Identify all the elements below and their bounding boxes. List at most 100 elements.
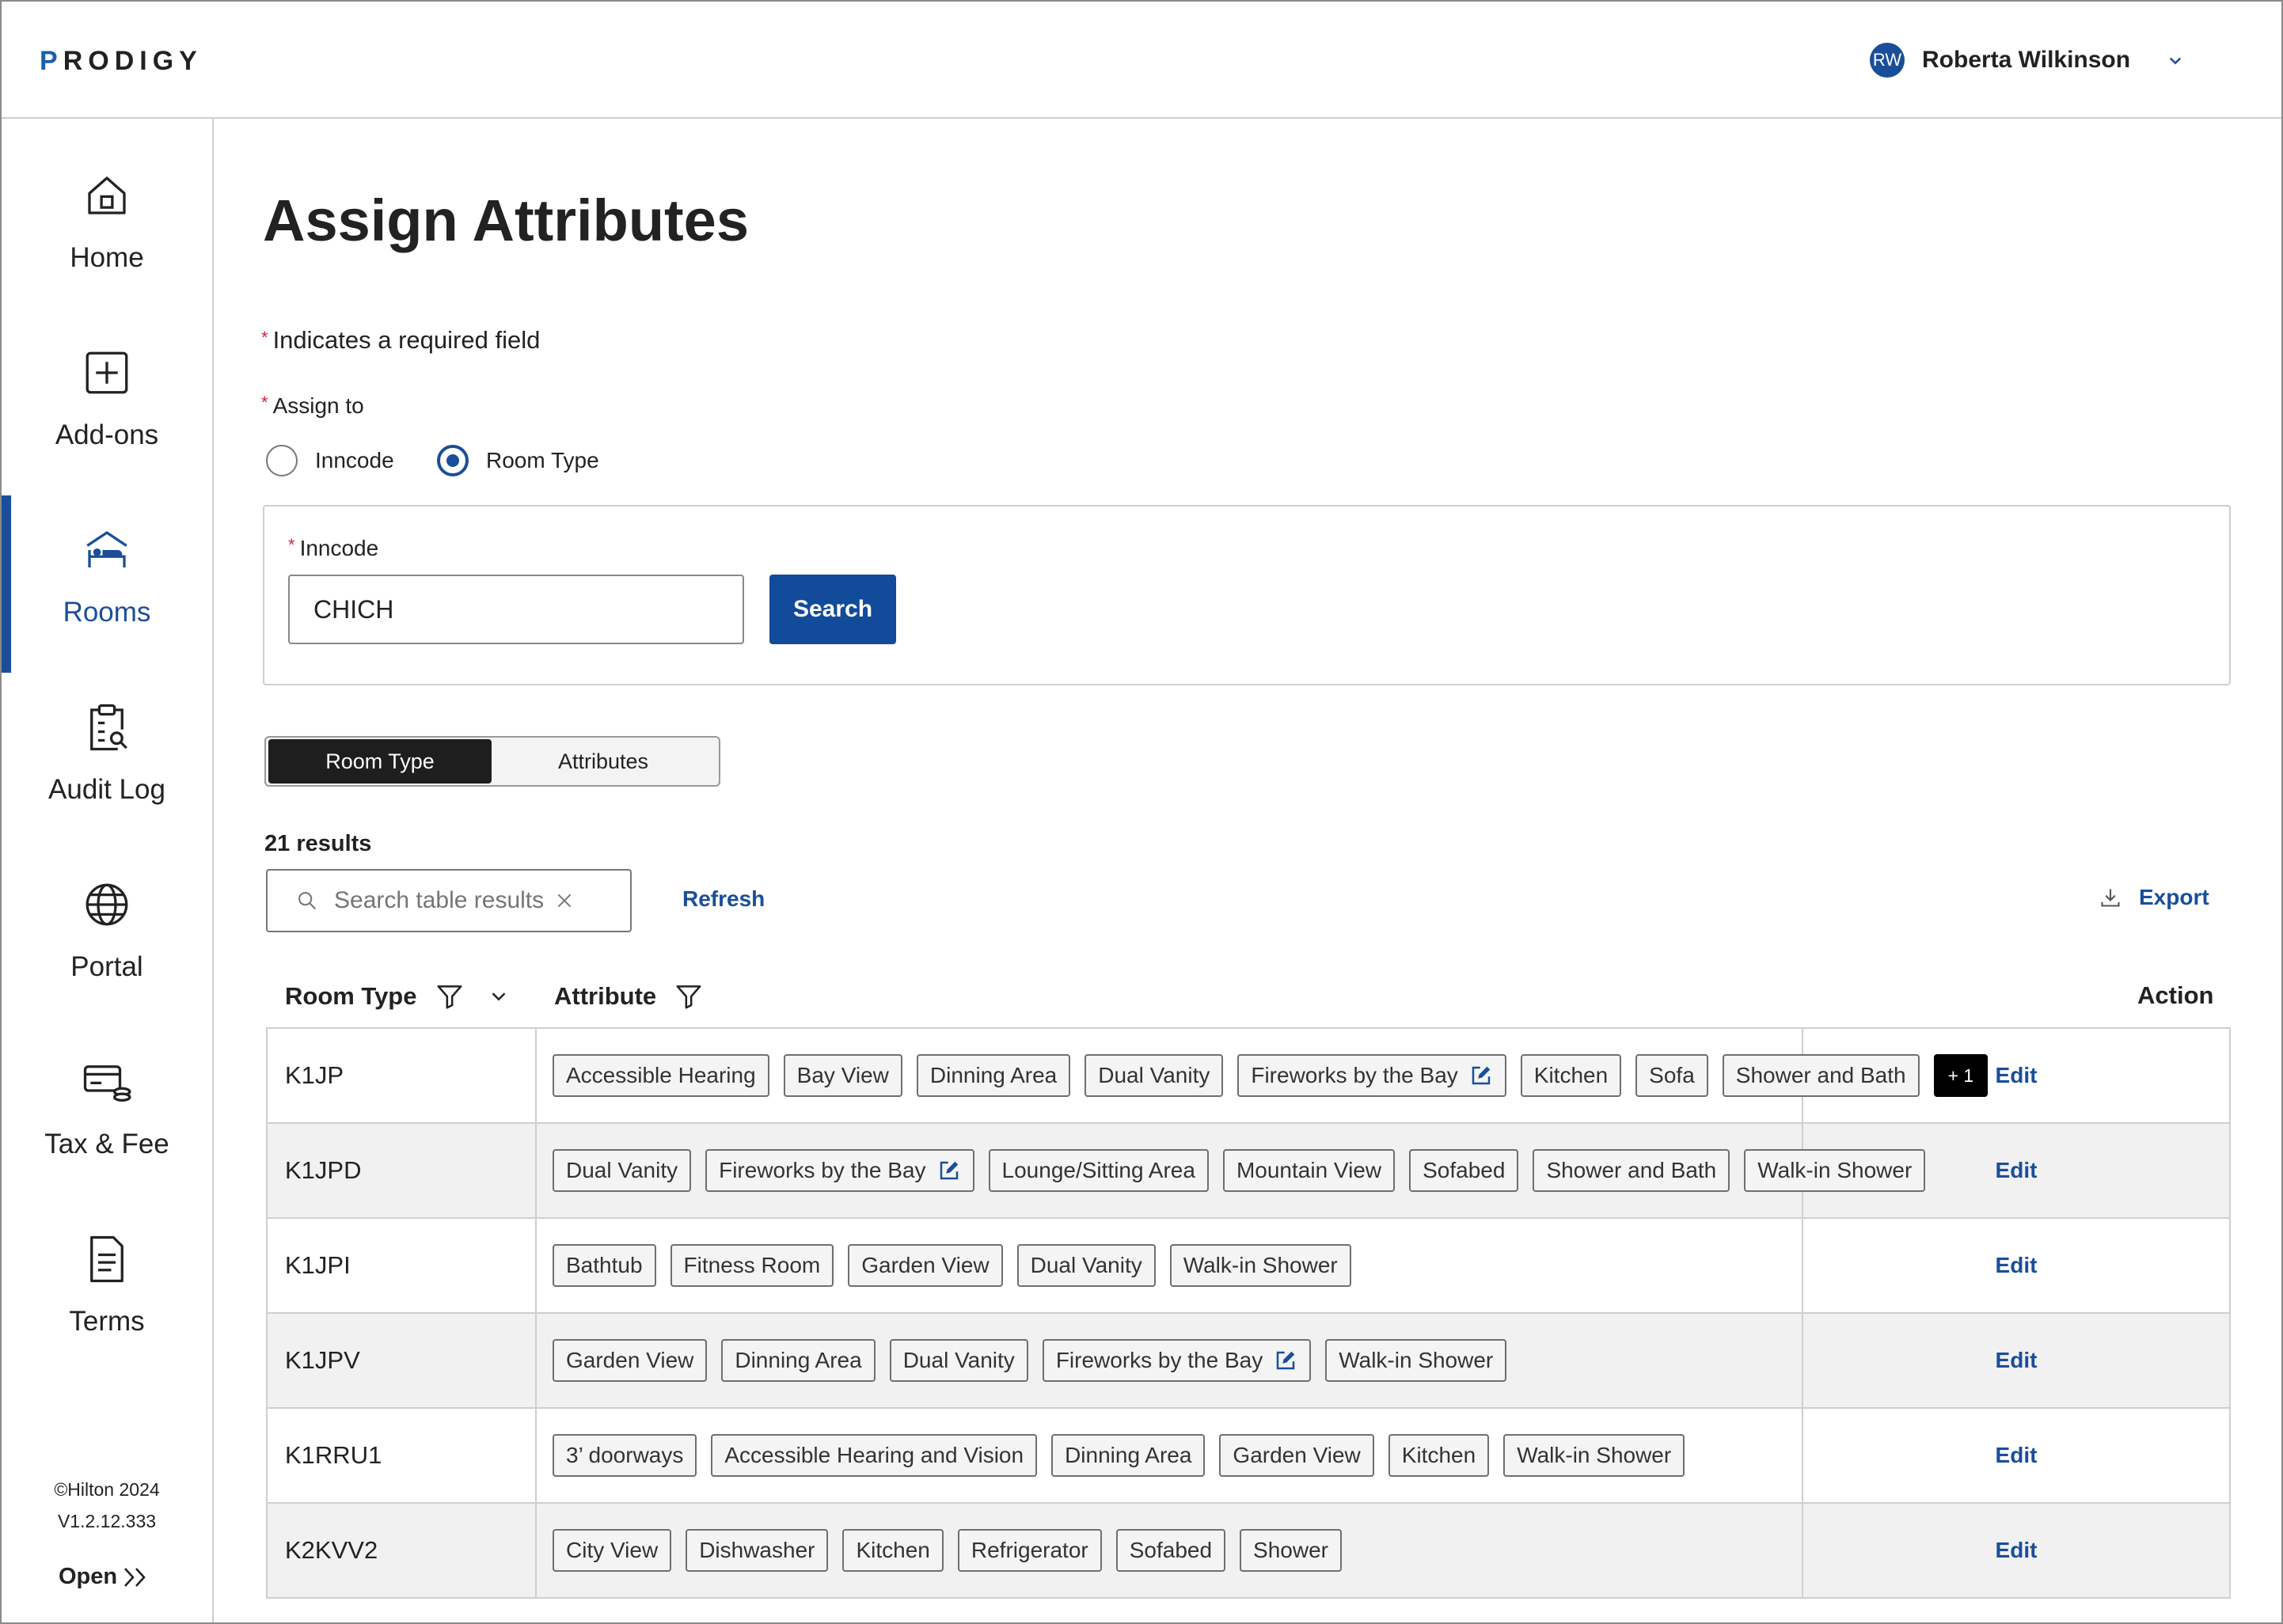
sidebar-item-label: Tax & Fee bbox=[44, 1129, 169, 1159]
sidebar-item-label: Audit Log bbox=[48, 774, 165, 805]
attribute-cell: Garden View Dinning Area Dual Vanity Firewo… bbox=[537, 1314, 1803, 1407]
sidebar-item-tax-fee[interactable]: Tax & Fee bbox=[2, 1005, 212, 1181]
page-title: Assign Attributes bbox=[263, 188, 749, 253]
radio-room-type[interactable]: Room Type bbox=[437, 445, 599, 476]
edit-icon[interactable] bbox=[1274, 1349, 1297, 1372]
attribute-cell: Bathtub Fitness Room Garden View Dual Vanit… bbox=[537, 1219, 1803, 1312]
search-icon bbox=[298, 892, 317, 910]
column-header-action: Action bbox=[2137, 981, 2214, 1009]
column-header-room-type: Room Type bbox=[285, 981, 511, 1011]
search-button[interactable]: Search bbox=[769, 575, 896, 644]
sidebar-item-label: Rooms bbox=[63, 597, 151, 628]
attribute-chip: Kitchen bbox=[1388, 1434, 1490, 1477]
attribute-chip: Shower and Bath bbox=[1533, 1149, 1730, 1192]
attribute-chip: Accessible Hearing and Vision bbox=[711, 1434, 1038, 1477]
toggle-room-type[interactable]: Room Type bbox=[268, 739, 492, 784]
sidebar-footer: ©Hilton 2024 V1.2.12.333 bbox=[2, 1474, 212, 1537]
copyright: ©Hilton 2024 bbox=[54, 1479, 160, 1500]
chevron-down-icon[interactable] bbox=[2163, 48, 2187, 72]
radio-circle-selected[interactable] bbox=[437, 445, 469, 476]
edit-button[interactable]: Edit bbox=[1803, 1219, 2229, 1312]
edit-button[interactable]: Edit bbox=[1803, 1029, 2229, 1122]
table-row: K1JP Accessible Hearing Bay View Dinning Ar… bbox=[268, 1029, 2229, 1124]
attribute-chip: Dual Vanity bbox=[889, 1339, 1028, 1382]
radio-circle[interactable] bbox=[266, 445, 298, 476]
export-button[interactable]: Export bbox=[2099, 885, 2209, 910]
attribute-cell: Accessible Hearing Bay View Dinning Area Du… bbox=[537, 1029, 1989, 1122]
close-icon[interactable] bbox=[554, 890, 575, 911]
attribute-cell: City View Dishwasher Kitchen Refrigerator So… bbox=[537, 1504, 1803, 1597]
filter-icon[interactable] bbox=[674, 981, 704, 1011]
table-search-input[interactable] bbox=[334, 887, 548, 914]
radio-inncode[interactable]: Inncode bbox=[266, 445, 394, 476]
sidebar-item-rooms[interactable]: Rooms bbox=[2, 473, 212, 649]
room-type-cell: K2KVV2 bbox=[268, 1504, 537, 1597]
attribute-chip: Dinning Area bbox=[721, 1339, 876, 1382]
attribute-chip: Dual Vanity bbox=[1016, 1244, 1156, 1287]
sidebar-item-audit-log[interactable]: Audit Log bbox=[2, 651, 212, 826]
filter-icon[interactable] bbox=[435, 981, 465, 1011]
double-chevron-right-icon bbox=[124, 1567, 146, 1587]
table-row: K2KVV2 City View Dishwasher Kitchen Refriger… bbox=[268, 1504, 2229, 1599]
sidebar-item-portal[interactable]: Portal bbox=[2, 828, 212, 1004]
attribute-chip: Mountain View bbox=[1222, 1149, 1396, 1192]
user-name: Roberta Wilkinson bbox=[1922, 47, 2131, 73]
attribute-chip: Bay View bbox=[783, 1054, 902, 1097]
attribute-chip: Walk-in Shower bbox=[1503, 1434, 1685, 1477]
attribute-cell: 3’ doorways Accessible Hearing and Vision… bbox=[537, 1409, 1803, 1502]
attribute-chip: Fitness Room bbox=[670, 1244, 834, 1287]
table-row: K1RRU1 3’ doorways Accessible Hearing and … bbox=[268, 1409, 2229, 1504]
sidebar-item-home[interactable]: Home bbox=[2, 119, 212, 294]
attribute-chip: Accessible Hearing bbox=[553, 1054, 769, 1097]
column-header-attribute: Attribute bbox=[554, 981, 704, 1011]
attribute-chip: Dinning Area bbox=[916, 1054, 1071, 1097]
inncode-input[interactable] bbox=[288, 575, 744, 644]
attribute-chip: Walk-in Shower bbox=[1169, 1244, 1351, 1287]
home-icon bbox=[88, 176, 126, 214]
attribute-chip: Walk-in Shower bbox=[1325, 1339, 1507, 1382]
room-type-table: K1JP Accessible Hearing Bay View Dinning Ar… bbox=[266, 1027, 2231, 1599]
toggle-attributes[interactable]: Attributes bbox=[492, 739, 715, 784]
avatar: RW bbox=[1870, 43, 1905, 78]
attribute-chip: Sofabed bbox=[1409, 1149, 1519, 1192]
edit-button[interactable]: Edit bbox=[1803, 1504, 2229, 1597]
attribute-chip: Refrigerator bbox=[957, 1529, 1102, 1572]
attribute-chip: Dishwasher bbox=[686, 1529, 829, 1572]
prodigy-logo[interactable]: PRODIGY bbox=[40, 46, 203, 77]
attribute-chip: Kitchen bbox=[1520, 1054, 1622, 1097]
attribute-chip: Shower bbox=[1240, 1529, 1342, 1572]
required-note: * Indicates a required field bbox=[261, 326, 541, 354]
edit-button[interactable]: Edit bbox=[1803, 1314, 2229, 1407]
edit-icon[interactable] bbox=[1469, 1064, 1493, 1087]
chevron-down-icon[interactable] bbox=[487, 985, 511, 1008]
edit-icon[interactable] bbox=[937, 1159, 961, 1182]
attribute-chip: Dual Vanity bbox=[1085, 1054, 1224, 1097]
sidebar-item-label: Portal bbox=[70, 951, 143, 982]
room-type-cell: K1JPI bbox=[268, 1219, 537, 1312]
edit-button[interactable]: Edit bbox=[1803, 1124, 2229, 1217]
edit-button[interactable]: Edit bbox=[1803, 1409, 2229, 1502]
attribute-chip: Sofa bbox=[1635, 1054, 1708, 1097]
sidebar-item-add-ons[interactable]: Add-ons bbox=[2, 296, 212, 472]
user-menu[interactable]: RW Roberta Wilkinson bbox=[1870, 43, 2187, 78]
table-row: K1JPI Bathtub Fitness Room Garden View Dual … bbox=[268, 1219, 2229, 1314]
attribute-chip: Lounge/Sitting Area bbox=[988, 1149, 1209, 1192]
attribute-cell: Dual Vanity Fireworks by the Bay Lounge/Si… bbox=[537, 1124, 1926, 1217]
attribute-chip: Garden View bbox=[553, 1339, 708, 1382]
top-bar: PRODIGY RW Roberta Wilkinson bbox=[2, 2, 2281, 119]
attribute-chip: Bathtub bbox=[553, 1244, 656, 1287]
attribute-chip: Garden View bbox=[848, 1244, 1003, 1287]
download-icon bbox=[2101, 889, 2120, 907]
room-type-cell: K1JPV bbox=[268, 1314, 537, 1407]
attribute-chip: Fireworks by the Bay bbox=[705, 1149, 974, 1192]
attribute-chip: City View bbox=[553, 1529, 672, 1572]
sidebar: Home Add-ons Rooms Audit Log Portal Tax … bbox=[2, 119, 214, 1622]
attribute-chip: 3’ doorways bbox=[553, 1434, 697, 1477]
attribute-chip: Dinning Area bbox=[1051, 1434, 1206, 1477]
open-sidebar-button[interactable]: Open bbox=[59, 1564, 150, 1590]
room-type-cell: K1RRU1 bbox=[268, 1409, 537, 1502]
view-toggle: Room Type Attributes bbox=[264, 736, 720, 787]
sidebar-item-terms[interactable]: Terms bbox=[2, 1182, 212, 1358]
refresh-button[interactable]: Refresh bbox=[682, 886, 765, 912]
card-coins-icon bbox=[83, 1065, 131, 1102]
